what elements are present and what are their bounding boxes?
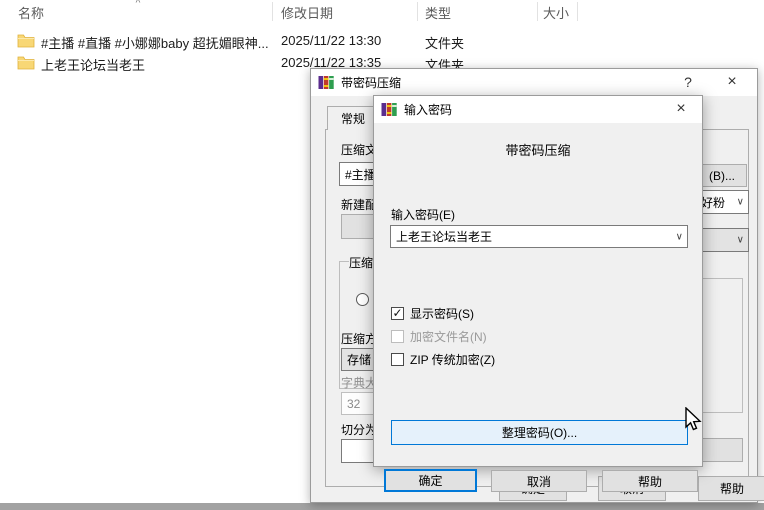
- file-name[interactable]: #主播 #直播 #小娜娜baby 超抚媚眼神...: [41, 33, 269, 52]
- close-icon[interactable]: ×: [715, 69, 749, 95]
- help-button[interactable]: 帮助: [698, 476, 764, 501]
- zip-legacy-encryption-checkbox[interactable]: ZIP 传统加密(Z): [391, 351, 495, 367]
- inner-dialog-titlebar[interactable]: 输入密码 ×: [374, 96, 702, 123]
- column-divider[interactable]: [577, 2, 578, 21]
- show-password-checkbox[interactable]: ✓ 显示密码(S): [391, 305, 474, 321]
- column-header-name[interactable]: 名称: [18, 3, 44, 22]
- outer-dialog-title: 带密码压缩: [341, 76, 402, 90]
- folder-icon: [17, 56, 35, 70]
- close-icon[interactable]: ×: [664, 96, 698, 122]
- compression-method-combo[interactable]: 存储: [341, 348, 375, 371]
- column-divider[interactable]: [272, 2, 273, 21]
- sort-ascending-caret: ^: [135, 0, 141, 9]
- folder-icon: [17, 34, 35, 48]
- encrypt-filenames-checkbox: 加密文件名(N): [391, 328, 487, 344]
- chevron-down-icon: ∨: [736, 196, 744, 208]
- dictionary-size-label: 字典大: [341, 376, 375, 390]
- checkbox-checked-icon[interactable]: ✓: [391, 306, 404, 320]
- browse-button[interactable]: (B)...: [697, 164, 747, 187]
- screen-bottom-edge: [0, 503, 764, 510]
- mouse-cursor-icon: [685, 407, 702, 431]
- checkbox-icon[interactable]: [391, 352, 404, 366]
- column-divider[interactable]: [417, 2, 418, 21]
- cancel-button[interactable]: 取消: [491, 470, 587, 492]
- compression-method-label: 压缩方: [341, 332, 375, 346]
- archive-name-label: 压缩文: [341, 143, 375, 157]
- organize-passwords-button[interactable]: 整理密码(O)...: [391, 420, 688, 445]
- split-volume-label: 切分为: [341, 423, 375, 437]
- ok-button[interactable]: 确定: [384, 469, 477, 492]
- enter-password-dialog: 输入密码 × 带密码压缩 输入密码(E) 上老王论坛当老王 ∨ ✓ 显示密码(S…: [373, 95, 703, 492]
- winrar-icon: [318, 76, 334, 89]
- help-button[interactable]: 帮助: [602, 470, 698, 492]
- format-radio[interactable]: [356, 293, 369, 306]
- file-type: 文件夹: [425, 36, 465, 51]
- inner-dialog-title: 输入密码: [404, 103, 453, 117]
- update-mode-combo[interactable]: 好粉 ∨: [697, 190, 749, 214]
- file-row[interactable]: #主播 #直播 #小娜娜baby 超抚媚眼神... 2025/11/22 13:…: [0, 31, 764, 52]
- tab-general[interactable]: 常规: [327, 106, 379, 130]
- column-divider[interactable]: [537, 2, 538, 21]
- new-profile-label: 新建配: [341, 198, 375, 212]
- archive-format-group-label: 压缩: [349, 254, 375, 271]
- help-titlebar-button[interactable]: ?: [671, 69, 705, 95]
- winrar-icon: [381, 103, 397, 116]
- outer-dialog-titlebar[interactable]: 带密码压缩 ? ×: [311, 69, 757, 96]
- inner-dialog-body: 带密码压缩 输入密码(E) 上老王论坛当老王 ∨ ✓ 显示密码(S) 加密文件名…: [374, 123, 702, 492]
- chevron-down-icon: ∨: [675, 231, 683, 242]
- file-name[interactable]: 上老王论坛当老王: [41, 55, 145, 74]
- password-label: 输入密码(E): [391, 208, 455, 222]
- profile-button[interactable]: [341, 214, 375, 239]
- column-header-date[interactable]: 修改日期: [281, 3, 333, 22]
- dictionary-size-combo: 32: [341, 392, 375, 415]
- column-header-size[interactable]: 大小: [543, 3, 569, 22]
- dialog-heading: 带密码压缩: [505, 143, 571, 158]
- column-header-type[interactable]: 类型: [425, 3, 451, 22]
- password-input[interactable]: 上老王论坛当老王 ∨: [390, 225, 688, 248]
- checkbox-icon: [391, 329, 404, 343]
- split-volume-combo[interactable]: [341, 439, 375, 463]
- file-date: 2025/11/22 13:30: [281, 33, 382, 48]
- chevron-down-icon: ∨: [736, 234, 744, 246]
